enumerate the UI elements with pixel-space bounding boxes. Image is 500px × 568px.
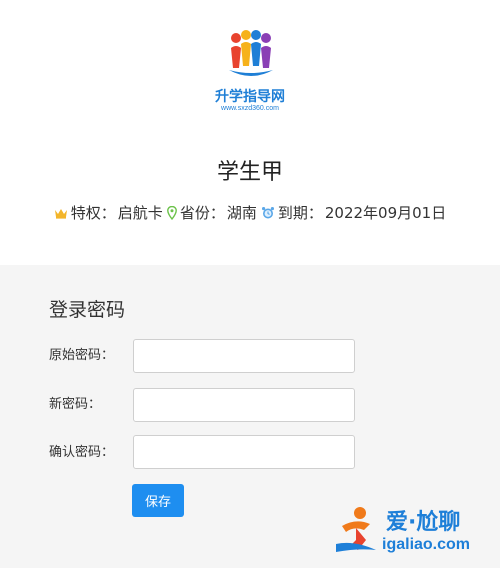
watermark-url: igaliao.com bbox=[382, 536, 471, 553]
confirm-password-input[interactable] bbox=[133, 435, 355, 469]
running-figure-icon bbox=[336, 507, 376, 552]
location-pin-icon bbox=[166, 205, 177, 220]
province-label: 省份： bbox=[179, 204, 225, 222]
section-title: 登录密码 bbox=[49, 299, 126, 321]
expiry-value: 2022年09月01日 bbox=[324, 204, 447, 222]
user-name: 学生甲 bbox=[216, 160, 283, 185]
confirm-password-label: 确认密码： bbox=[49, 445, 115, 460]
alarm-clock-icon bbox=[261, 206, 274, 218]
watermark-title: 爱·尬聊 bbox=[386, 510, 461, 535]
logo-people-icon bbox=[229, 30, 273, 76]
logo-url: www.sxzd360.com bbox=[221, 105, 279, 112]
province-group: 省份： 湖南 bbox=[166, 202, 257, 223]
expiry-group: 到期： 2022年09月01日 bbox=[261, 202, 446, 223]
profile-header: 升学指导网 www.sxzd360.com 学生甲 特权： 启航卡 省份： 湖南 bbox=[0, 0, 500, 265]
logo-text: 升学指导网 bbox=[215, 89, 285, 105]
privilege-value: 启航卡 bbox=[117, 204, 163, 222]
old-password-label: 原始密码： bbox=[49, 348, 115, 363]
privilege-group: 特权： 启航卡 bbox=[54, 202, 163, 223]
save-button[interactable]: 保存 bbox=[132, 484, 184, 517]
expiry-label: 到期： bbox=[277, 204, 323, 222]
crown-icon bbox=[54, 208, 67, 219]
old-password-input[interactable] bbox=[133, 339, 355, 373]
province-value: 湖南 bbox=[226, 204, 257, 222]
privilege-label: 特权： bbox=[70, 204, 116, 222]
site-logo: 升学指导网 www.sxzd360.com bbox=[205, 30, 295, 120]
new-password-input[interactable] bbox=[133, 388, 355, 422]
account-meta: 特权： 启航卡 省份： 湖南 到期： 2022年09月01日 bbox=[0, 202, 500, 223]
watermark: 爱·尬聊 igaliao.com bbox=[336, 500, 496, 564]
new-password-label: 新密码： bbox=[49, 397, 102, 412]
